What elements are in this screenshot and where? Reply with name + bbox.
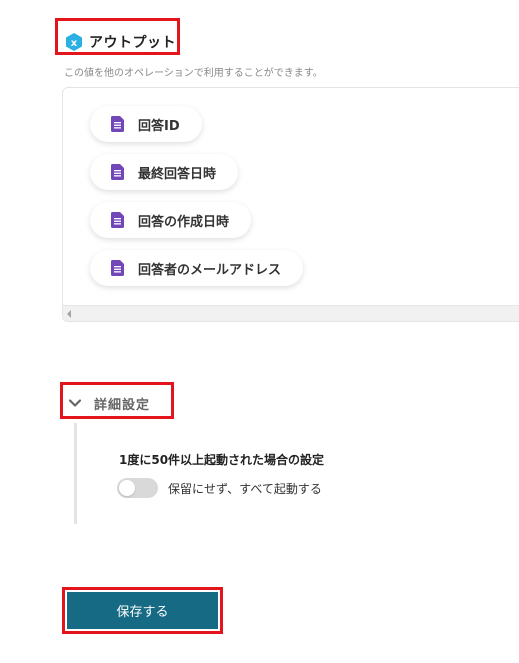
output-chip-label: 回答ID: [138, 118, 180, 134]
bulk-trigger-setting-label: 1度に50件以上起動された場合の設定: [119, 453, 325, 467]
horizontal-scrollbar[interactable]: [63, 305, 519, 321]
advanced-settings-rail: [74, 423, 77, 524]
google-forms-doc-icon: [111, 212, 124, 228]
toggle-knob: [119, 480, 135, 496]
variable-x-icon: x: [66, 33, 82, 51]
output-chip-response-id[interactable]: 回答ID: [90, 106, 202, 142]
output-chip-last-response-time[interactable]: 最終回答日時: [90, 154, 239, 190]
output-values-panel: 回答ID 最終回答日時 回答の作成日時 回答者のメールアドレス: [62, 87, 519, 322]
bulk-trigger-toggle[interactable]: [117, 478, 158, 498]
bulk-trigger-toggle-label: 保留にせず、すべて起動する: [168, 482, 322, 496]
output-description: この値を他のオペレーションで利用することができます。: [64, 68, 323, 79]
output-chip-label: 最終回答日時: [138, 166, 217, 182]
output-section-header: x アウトプット: [64, 30, 176, 54]
svg-text:x: x: [71, 38, 78, 49]
output-title: アウトプット: [89, 35, 176, 51]
advanced-settings-title: 詳細設定: [94, 397, 151, 413]
scroll-left-arrow-icon[interactable]: [67, 310, 71, 318]
google-forms-doc-icon: [111, 116, 124, 132]
google-forms-doc-icon: [111, 164, 124, 180]
output-chip-label: 回答者のメールアドレス: [138, 262, 282, 278]
output-chip-label: 回答の作成日時: [138, 214, 230, 230]
google-forms-doc-icon: [111, 260, 124, 276]
save-button[interactable]: 保存する: [67, 592, 218, 629]
output-chip-response-created-time[interactable]: 回答の作成日時: [90, 202, 252, 238]
output-chip-respondent-email[interactable]: 回答者のメールアドレス: [90, 250, 304, 286]
advanced-settings-toggle[interactable]: 詳細設定: [68, 392, 150, 414]
chevron-down-icon: [68, 399, 82, 407]
